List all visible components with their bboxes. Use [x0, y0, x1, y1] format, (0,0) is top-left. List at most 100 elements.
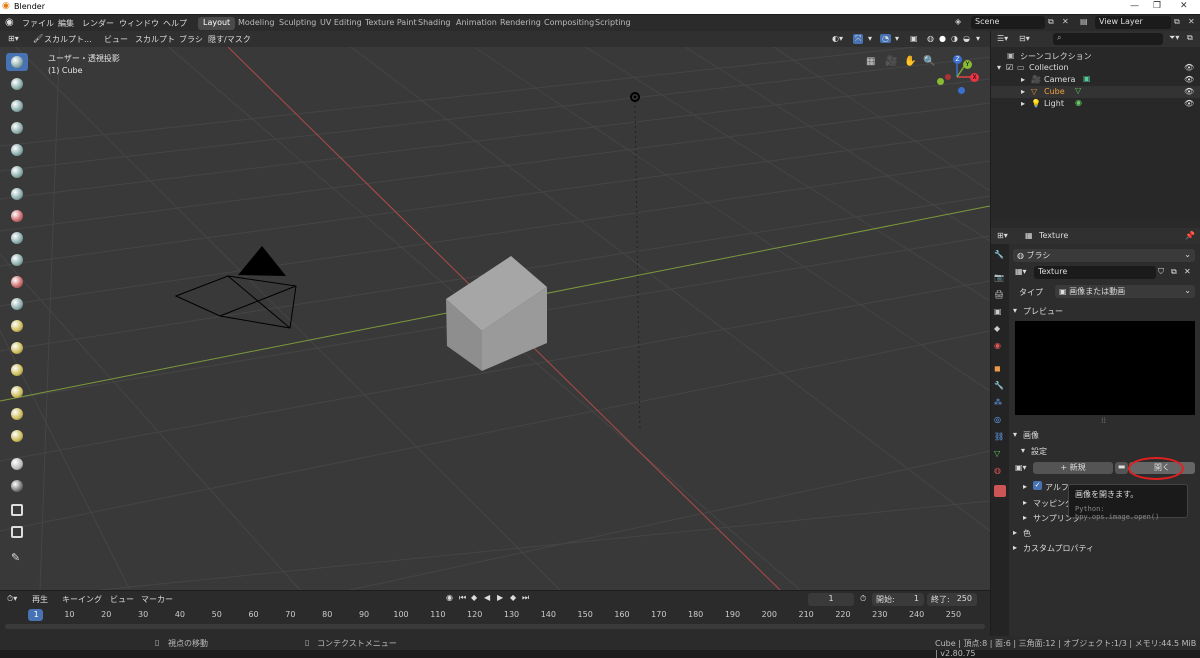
preview-expand-icon[interactable]: ▾ — [1013, 306, 1017, 315]
gizmo-toggle-icon[interactable]: ⤧ — [853, 34, 864, 44]
tab-constraints-icon[interactable]: ⛓ — [994, 432, 1006, 444]
tool-layer[interactable] — [6, 141, 28, 159]
scene-field[interactable]: Scene — [971, 16, 1045, 29]
tool-pinch[interactable] — [6, 317, 28, 335]
outliner-row-collection[interactable]: ▾ ☑ ▭ Collection 👁 — [991, 62, 1200, 74]
color-expand-icon[interactable]: ▸ — [1013, 528, 1017, 537]
tool-fill[interactable] — [6, 273, 28, 291]
prev-keyframe-icon[interactable]: ◆ — [471, 593, 477, 602]
menu-marker[interactable]: マーカー — [141, 594, 173, 605]
mapping-expand-icon[interactable]: ▸ — [1023, 498, 1027, 507]
view-layer-field[interactable]: View Layer — [1095, 16, 1171, 29]
solid-shading-icon[interactable]: ● — [939, 34, 946, 43]
image-browse-icon[interactable]: ▣▾ — [1015, 463, 1027, 472]
alpha-expand-icon[interactable]: ▸ — [1023, 482, 1027, 491]
camera-view-icon[interactable]: 🎥 — [885, 56, 897, 67]
type-dropdown[interactable]: ▣ 画像または動画 ⌄ — [1055, 285, 1195, 298]
next-keyframe-icon[interactable]: ◆ — [510, 593, 516, 602]
tab-uv-editing[interactable]: UV Editing — [315, 17, 367, 30]
tool-thumb[interactable] — [6, 383, 28, 401]
minimize-icon[interactable]: — — [1130, 1, 1139, 11]
tool-smooth[interactable] — [6, 229, 28, 247]
unlink-icon[interactable]: ✕ — [1184, 267, 1191, 276]
tab-tool-icon[interactable]: 🔧 — [994, 250, 1006, 262]
3d-viewport[interactable]: ⊞▾ 🖌 スカルプト... ビュー スカルプト ブラシ 隠す/マスク ◐▾ ⤧ … — [0, 31, 990, 590]
menu-file[interactable]: ファイル — [22, 18, 54, 29]
cube-eye-icon[interactable]: 👁 — [1184, 87, 1194, 96]
tab-texture-icon[interactable] — [994, 485, 1006, 497]
tool-draw-sharp[interactable] — [6, 75, 28, 93]
start-frame-field[interactable]: 開始: 1 — [872, 593, 924, 606]
display-mode-icon[interactable]: ⊟▾ — [1019, 34, 1030, 43]
tool-snake-hook[interactable] — [6, 361, 28, 379]
tool-rotate[interactable] — [6, 427, 28, 445]
texture-browse-icon[interactable]: ▦▾ — [1015, 267, 1027, 276]
new-collection-icon[interactable]: ⧉ — [1187, 33, 1193, 43]
tab-scripting[interactable]: Scripting — [590, 17, 636, 30]
mode-dropdown[interactable]: スカルプト... — [44, 34, 92, 45]
xray-icon[interactable]: ▣ — [910, 34, 918, 43]
sampling-expand-icon[interactable]: ▸ — [1023, 513, 1027, 522]
toggle-camera-grid-icon[interactable]: ▦ — [866, 56, 875, 67]
expand-icon[interactable]: ▸ — [1021, 99, 1025, 108]
tool-draw[interactable] — [6, 53, 28, 71]
tool-crease[interactable] — [6, 207, 28, 225]
gizmo-dropdown-icon[interactable]: ▾ — [868, 34, 872, 43]
tool-clay-strips[interactable] — [6, 119, 28, 137]
tool-clay[interactable] — [6, 97, 28, 115]
preview-range-icon[interactable]: ⏱ — [860, 594, 866, 604]
tab-particles-icon[interactable]: ⁂ — [994, 398, 1006, 410]
jump-end-icon[interactable]: ⏭ — [522, 593, 529, 603]
tool-nudge[interactable] — [6, 405, 28, 423]
pin-icon[interactable]: 📌 — [1185, 231, 1195, 240]
tab-scene-icon[interactable]: ◆ — [994, 324, 1006, 336]
camera-eye-icon[interactable]: 👁 — [1184, 75, 1194, 84]
visibility-icon[interactable]: ◐▾ — [832, 34, 843, 43]
outliner-row-camera[interactable]: ▸ 🎥 Camera ▣ 👁 — [991, 74, 1200, 86]
properties-editor-type-icon[interactable]: ⊞▾ — [997, 231, 1008, 240]
menu-sculpt[interactable]: スカルプト — [135, 34, 175, 45]
outliner-search-input[interactable] — [1053, 33, 1163, 45]
tab-layout[interactable]: Layout — [198, 17, 236, 30]
timeline-editor-type-icon[interactable]: ⏱▾ — [7, 594, 17, 604]
scene-icon[interactable]: ◈ — [955, 17, 961, 26]
menu-render[interactable]: レンダー — [82, 18, 114, 29]
maximize-icon[interactable]: ❐ — [1153, 1, 1161, 11]
outliner-row-light[interactable]: ▸ 💡 Light ◉ 👁 — [991, 98, 1200, 110]
tab-world-icon[interactable]: ◉ — [994, 341, 1006, 353]
alpha-checkbox[interactable]: ✓ — [1033, 481, 1042, 490]
menu-view[interactable]: ビュー — [104, 34, 128, 45]
tool-inflate[interactable] — [6, 163, 28, 181]
tab-output-icon[interactable]: 🖨 — [994, 290, 1006, 302]
texture-name-field[interactable]: Texture — [1034, 266, 1156, 279]
gizmo-neg-x[interactable] — [945, 74, 951, 80]
collection-eye-icon[interactable]: 👁 — [1184, 63, 1194, 72]
tool-mask[interactable] — [6, 477, 28, 495]
image-expand-icon[interactable]: ▾ — [1013, 430, 1017, 439]
record-icon[interactable]: ◉ — [446, 593, 453, 602]
material-shading-icon[interactable]: ◑ — [951, 34, 958, 43]
menu-hide-mask[interactable]: 隠す/マスク — [208, 34, 251, 45]
new-scene-icon[interactable]: ⧉ — [1048, 17, 1054, 27]
tab-render-icon[interactable]: 📷 — [994, 273, 1006, 285]
tool-box-mask[interactable] — [6, 523, 28, 541]
tab-object-icon[interactable]: ◼ — [994, 364, 1006, 376]
tool-box-hide[interactable] — [6, 501, 28, 519]
outliner-row-scene-collection[interactable]: ▣ シーンコレクション — [991, 50, 1200, 62]
play-icon[interactable]: ▶ — [497, 593, 503, 602]
gizmo-neg-y[interactable] — [937, 78, 944, 85]
fake-user-icon[interactable]: ⛉ — [1158, 267, 1164, 277]
gizmo-z-axis[interactable]: Z — [953, 55, 962, 64]
expand-icon[interactable]: ▾ — [997, 63, 1001, 72]
menu-playback[interactable]: 再生 — [32, 594, 48, 605]
settings-expand-icon[interactable]: ▾ — [1021, 446, 1025, 455]
open-folder-button[interactable]: ▬ — [1115, 462, 1128, 474]
tab-modifier-icon[interactable]: 🔧 — [994, 381, 1006, 393]
new-image-button[interactable]: + 新規 — [1033, 462, 1113, 474]
tab-physics-icon[interactable]: ◎ — [994, 415, 1006, 427]
tool-flatten[interactable] — [6, 251, 28, 269]
play-reverse-icon[interactable]: ◀ — [484, 593, 490, 602]
outliner-row-cube[interactable]: ▸ ▽ Cube ▽ 👁 — [991, 86, 1200, 98]
tool-simplify[interactable] — [6, 455, 28, 473]
current-frame-field[interactable]: 1 — [808, 593, 854, 606]
